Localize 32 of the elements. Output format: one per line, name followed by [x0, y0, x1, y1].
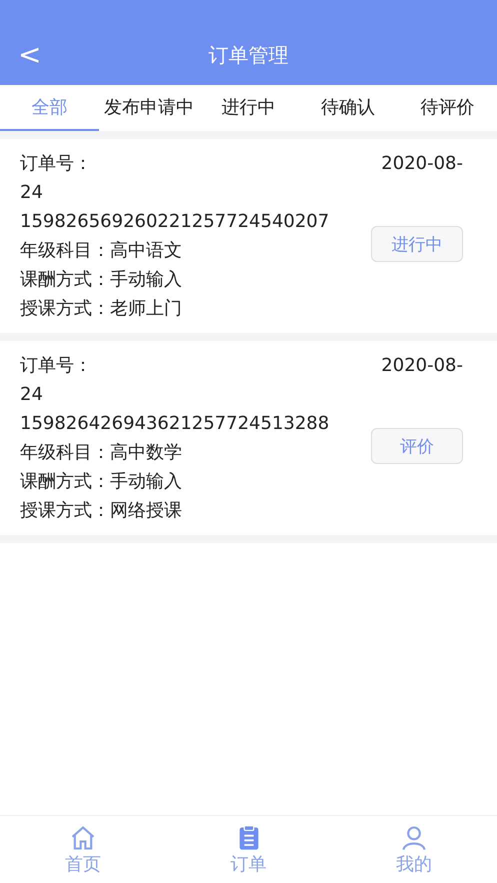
order-date: 2020-08- [381, 152, 463, 176]
order-number: 159826569260221257724540207 [20, 210, 330, 234]
field-label: 课酬方式： [20, 268, 110, 292]
field-value: 高中语文 [110, 239, 182, 263]
field-label: 课酬方式： [20, 470, 110, 494]
order-label: 订单号： [20, 354, 92, 378]
back-button[interactable]: < [18, 38, 42, 71]
field-label: 年级科目： [20, 441, 110, 465]
field-value: 高中数学 [110, 441, 182, 465]
order-date: 24 [20, 181, 43, 205]
page-title: 订单管理 [208, 42, 288, 69]
field-value: 老师上门 [110, 297, 182, 321]
order-label: 订单号： [20, 152, 92, 176]
status-button[interactable]: 进行中 [371, 226, 463, 262]
field-label: 授课方式： [20, 499, 110, 523]
tab[interactable]: 待确认 [298, 85, 398, 131]
tab[interactable]: 待评价 [398, 85, 497, 131]
status-button[interactable]: 评价 [371, 428, 463, 464]
field-label: 年级科目： [20, 239, 110, 263]
field-value: 手动输入 [110, 470, 182, 494]
tab[interactable]: 发布申请中 [99, 85, 199, 131]
order-number: 159826426943621257724513288 [20, 412, 330, 436]
field-value: 网络授课 [110, 499, 182, 523]
order-date: 24 [20, 383, 43, 407]
field-value: 手动输入 [110, 268, 182, 292]
person-icon [400, 824, 428, 852]
nav-item[interactable]: 订单 [166, 816, 332, 883]
tab[interactable]: 进行中 [198, 85, 298, 131]
nav-item[interactable]: 我的 [331, 816, 497, 883]
order-date: 2020-08- [381, 354, 463, 378]
field-label: 授课方式： [20, 297, 110, 321]
nav-item[interactable]: 首页 [0, 816, 166, 883]
